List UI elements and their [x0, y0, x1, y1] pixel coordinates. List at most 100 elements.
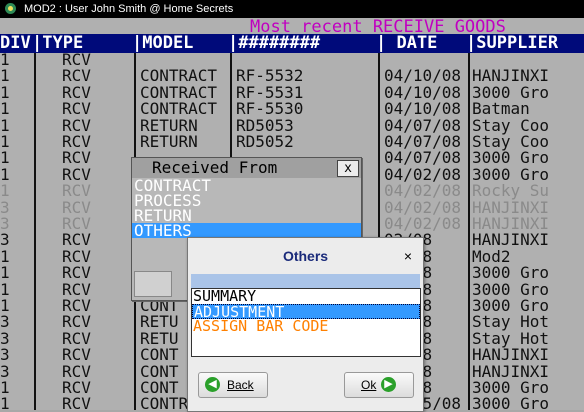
table-row[interactable]: 1 RCV — [0, 50, 584, 69]
table-row[interactable]: 1 RCV RETURN RD5052 04/07/08 Stay Coo — [0, 132, 584, 151]
cell-model: CONT — [140, 345, 179, 365]
cell-supplier: HANJINXI — [472, 230, 550, 250]
window-titlebar: MOD2 : User John Smith @ Home Secrets — [0, 0, 584, 18]
cell-div: 1 — [0, 66, 10, 86]
cell-date: 04/07/08 — [384, 132, 462, 151]
table-row[interactable]: 1 RCV CONTRACT RF-5532 04/10/08 HANJINXI — [0, 66, 584, 86]
cell-type: RCV — [62, 361, 91, 381]
window-title: MOD2 : User John Smith @ Home Secrets — [24, 3, 234, 15]
cell-supplier: 3000 Gro — [472, 296, 550, 315]
cell-supplier: HANJINXI — [472, 214, 550, 233]
cell-supplier: 3000 Gro — [472, 164, 550, 184]
cell-supplier: Stay Hot — [472, 328, 550, 348]
col-number: |######## — [228, 33, 321, 53]
cell-type: RCV — [62, 214, 91, 233]
cell-model: CONT — [140, 378, 179, 397]
cell-type: RCV — [62, 148, 91, 168]
cell-num: RF-5531 — [236, 82, 304, 102]
cell-num: RD5053 — [236, 115, 294, 135]
cell-num: RD5052 — [236, 132, 294, 151]
col-supplier: |SUPPLIER — [466, 33, 559, 53]
others-close-button[interactable]: × — [400, 248, 416, 264]
table-row[interactable]: 1 RCV RETURN RD5053 04/07/08 Stay Coo — [0, 115, 584, 135]
cell-div: 3 — [0, 214, 10, 233]
cell-div: 3 — [0, 361, 10, 381]
cell-type: RCV — [62, 197, 91, 217]
cell-div: 1 — [0, 181, 10, 201]
cell-div: 1 — [0, 50, 10, 69]
cell-div: 1 — [0, 164, 10, 184]
cell-div: 1 — [0, 148, 10, 168]
cell-type: RCV — [62, 279, 91, 299]
cell-type: RCV — [62, 246, 91, 266]
col-separator — [468, 53, 470, 410]
cell-supplier: Stay Coo — [472, 115, 550, 135]
cell-type: RCV — [62, 312, 91, 332]
cell-model: CONT — [140, 361, 179, 381]
cell-type: RCV — [62, 66, 91, 86]
cell-supplier: HANJINXI — [472, 345, 550, 365]
cell-type: RCV — [62, 164, 91, 184]
received-from-title: Received From — [152, 158, 278, 177]
cell-num: RF-5532 — [236, 66, 304, 86]
cell-date: 04/07/08 — [384, 148, 462, 168]
cell-div: 3 — [0, 197, 10, 217]
others-list-header — [191, 274, 420, 288]
cell-model: CONT — [140, 296, 179, 315]
cell-supplier: 3000 Gro — [472, 82, 550, 102]
cell-date: 04/02/08 — [384, 214, 462, 233]
cell-model: CONTRACT — [140, 66, 218, 86]
received-from-option-others[interactable]: OTHERS — [132, 223, 361, 239]
col-separator — [34, 53, 36, 410]
cell-supplier: Stay Coo — [472, 132, 550, 151]
cell-supplier: HANJINXI — [472, 66, 550, 86]
cell-div: 1 — [0, 296, 10, 315]
cell-div: 3 — [0, 312, 10, 332]
table-row[interactable]: 1 RCV CONTRACT RF-5530 04/10/08 Batman — [0, 99, 584, 119]
cell-model: RETU — [140, 328, 179, 348]
cell-type: RCV — [62, 378, 91, 397]
cell-div: 3 — [0, 345, 10, 365]
arrow-right-icon: ▶ — [381, 377, 396, 392]
cell-type: RCV — [62, 394, 91, 410]
cell-date: 04/10/08 — [384, 82, 462, 102]
cell-div: 1 — [0, 263, 10, 283]
cell-date: 04/10/08 — [384, 99, 462, 119]
cell-type: RCV — [62, 132, 91, 151]
cell-supplier: HANJINXI — [472, 197, 550, 217]
cell-supplier: 3000 Gro — [472, 148, 550, 168]
cell-supplier: Batman — [472, 99, 530, 119]
back-button-label: Back — [227, 378, 254, 392]
cell-div: 1 — [0, 279, 10, 299]
cell-date: 04/02/08 — [384, 197, 462, 217]
cell-type: RCV — [62, 99, 91, 119]
app-icon — [5, 3, 16, 14]
cell-date: 04/07/08 — [384, 115, 462, 135]
others-option-assign-bar-code[interactable]: ASSIGN BAR CODE — [192, 319, 420, 334]
cell-div: 3 — [0, 328, 10, 348]
cell-div: 1 — [0, 99, 10, 119]
cell-type: RCV — [62, 328, 91, 348]
others-option-summary[interactable]: SUMMARY — [192, 289, 420, 304]
others-list: SUMMARY ADJUSTMENT ASSIGN BAR CODE — [191, 288, 421, 357]
cell-supplier: 3000 Gro — [472, 263, 550, 283]
cell-supplier: 3000 Gro — [472, 378, 550, 397]
ok-button[interactable]: Ok ▶ — [344, 372, 414, 398]
others-dialog: Others × SUMMARY ADJUSTMENT ASSIGN BAR C… — [187, 237, 424, 412]
cell-div: 1 — [0, 378, 10, 397]
cell-supplier: Stay Hot — [472, 312, 550, 332]
received-from-back-button[interactable] — [134, 271, 172, 297]
others-titlebar: Others × — [188, 238, 423, 274]
cell-model: RETURN — [140, 115, 198, 135]
cell-model: CONTRACT — [140, 82, 218, 102]
back-button[interactable]: ◀ Back — [198, 372, 268, 398]
cell-supplier: 3000 Gro — [472, 394, 550, 410]
cell-type: RCV — [62, 230, 91, 250]
cell-type: RCV — [62, 115, 91, 135]
cell-date: 04/02/08 — [384, 181, 462, 201]
cell-supplier: 3000 Gro — [472, 279, 550, 299]
cell-model: CONTRACT — [140, 99, 218, 119]
received-from-close-button[interactable]: x — [337, 160, 359, 177]
cell-type: RCV — [62, 296, 91, 315]
table-row[interactable]: 1 RCV CONTRACT RF-5531 04/10/08 3000 Gro — [0, 82, 584, 102]
